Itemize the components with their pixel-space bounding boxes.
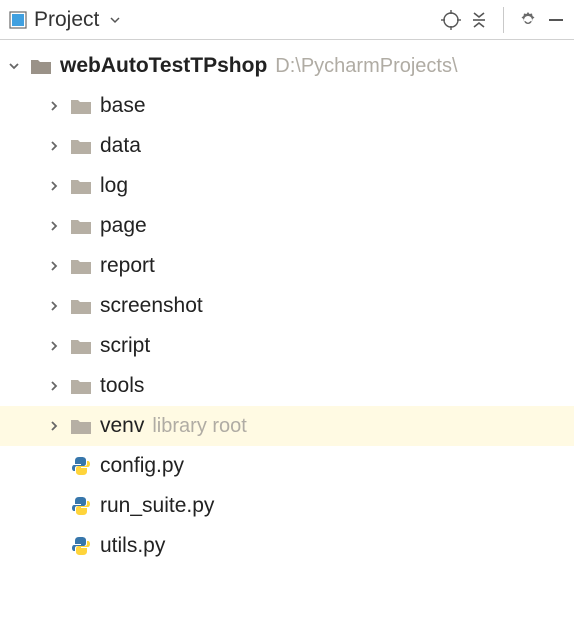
folder-icon <box>70 295 92 317</box>
project-toolbar: Project <box>0 0 574 40</box>
tree-file-row[interactable]: run_suite.py <box>0 486 574 526</box>
chevron-right-icon[interactable] <box>44 416 64 436</box>
file-label: config.py <box>100 454 184 478</box>
file-label: utils.py <box>100 534 165 558</box>
tree-folder-row[interactable]: page <box>0 206 574 246</box>
python-file-icon <box>70 495 92 517</box>
folder-icon <box>70 175 92 197</box>
folder-icon <box>70 375 92 397</box>
minimize-icon[interactable] <box>546 10 566 30</box>
project-icon <box>8 10 28 30</box>
folder-label: base <box>100 94 146 118</box>
folder-label: script <box>100 334 150 358</box>
folder-label: data <box>100 134 141 158</box>
chevron-right-icon[interactable] <box>44 336 64 356</box>
chevron-right-icon[interactable] <box>44 96 64 116</box>
chevron-right-icon[interactable] <box>44 176 64 196</box>
toolbar-divider <box>503 7 504 33</box>
python-file-icon <box>70 455 92 477</box>
project-selector[interactable]: Project <box>8 8 125 32</box>
tree-folder-row[interactable]: script <box>0 326 574 366</box>
tree-file-row[interactable]: utils.py <box>0 526 574 566</box>
tree-folder-row[interactable]: data <box>0 126 574 166</box>
folder-label: page <box>100 214 147 238</box>
tree-root-row[interactable]: webAutoTestTPshop D:\PycharmProjects\ <box>0 46 574 86</box>
chevron-right-icon[interactable] <box>44 256 64 276</box>
folder-icon <box>70 335 92 357</box>
tree-folder-row[interactable]: screenshot <box>0 286 574 326</box>
gear-icon[interactable] <box>518 10 538 30</box>
chevron-right-icon[interactable] <box>44 296 64 316</box>
collapse-icon[interactable] <box>469 10 489 30</box>
tree-folder-row[interactable]: tools <box>0 366 574 406</box>
folder-icon <box>30 55 52 77</box>
root-name: webAutoTestTPshop <box>60 54 267 78</box>
root-path: D:\PycharmProjects\ <box>275 55 457 78</box>
folder-label: tools <box>100 374 144 398</box>
file-label: run_suite.py <box>100 494 214 518</box>
folder-hint: library root <box>152 415 246 438</box>
folder-icon <box>70 255 92 277</box>
project-tree: webAutoTestTPshop D:\PycharmProjects\ ba… <box>0 40 574 566</box>
tree-folder-row[interactable]: report <box>0 246 574 286</box>
chevron-down-icon[interactable] <box>4 56 24 76</box>
tree-folder-row[interactable]: venv library root <box>0 406 574 446</box>
folder-icon <box>70 415 92 437</box>
chevron-right-icon[interactable] <box>44 136 64 156</box>
folder-label: report <box>100 254 155 278</box>
folder-icon <box>70 215 92 237</box>
target-icon[interactable] <box>441 10 461 30</box>
folder-icon <box>70 95 92 117</box>
folder-label: venv <box>100 414 144 438</box>
chevron-down-icon <box>105 10 125 30</box>
chevron-right-icon[interactable] <box>44 376 64 396</box>
tree-folder-row[interactable]: base <box>0 86 574 126</box>
chevron-right-icon[interactable] <box>44 216 64 236</box>
tree-folder-row[interactable]: log <box>0 166 574 206</box>
project-label: Project <box>34 8 99 32</box>
python-file-icon <box>70 535 92 557</box>
folder-label: log <box>100 174 128 198</box>
folder-label: screenshot <box>100 294 203 318</box>
tree-file-row[interactable]: config.py <box>0 446 574 486</box>
folder-icon <box>70 135 92 157</box>
